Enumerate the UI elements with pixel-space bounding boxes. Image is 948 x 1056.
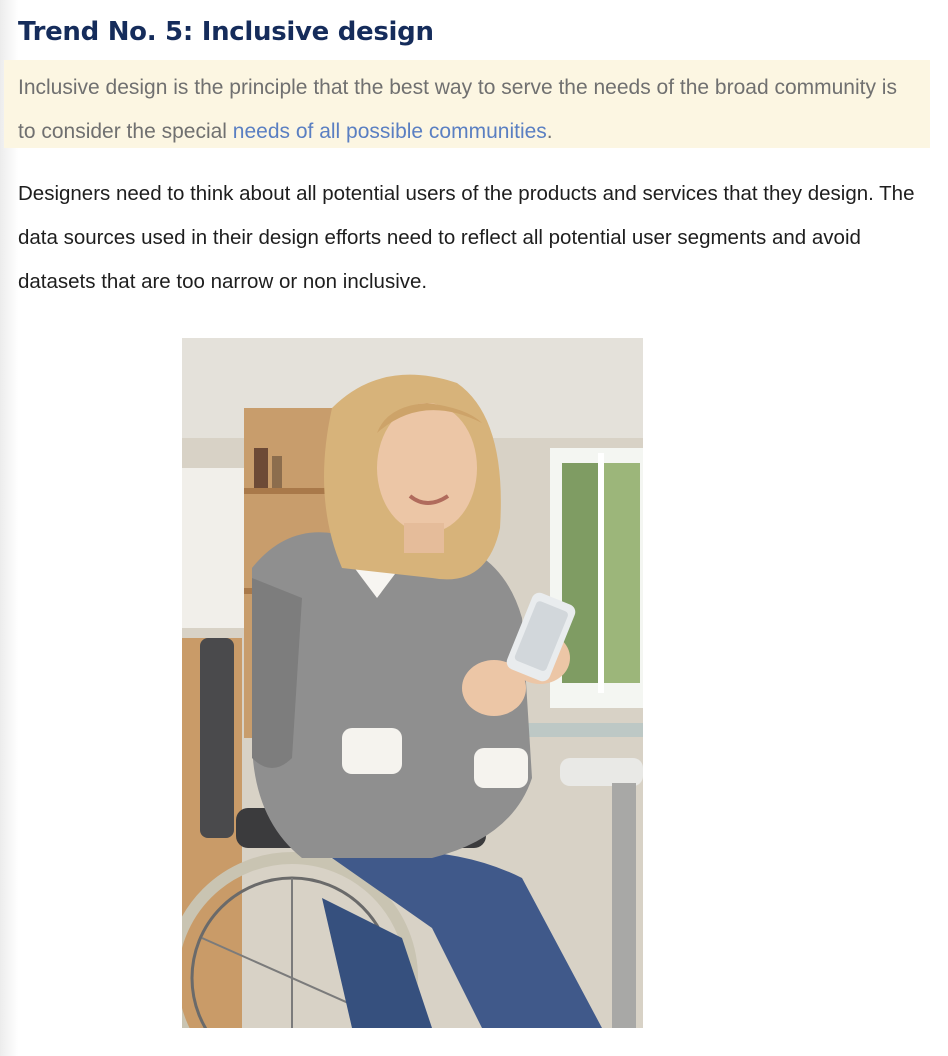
article-section: Trend No. 5: Inclusive design Inclusive … xyxy=(0,0,948,1056)
article-photo xyxy=(182,338,643,1028)
callout-end-punctuation: . xyxy=(546,120,553,143)
section-heading: Trend No. 5: Inclusive design xyxy=(18,17,434,47)
highlight-callout: Inclusive design is the principle that t… xyxy=(4,60,930,148)
body-paragraph: Designers need to think about all potent… xyxy=(18,182,915,293)
communities-link[interactable]: needs of all possible communities xyxy=(233,120,547,143)
